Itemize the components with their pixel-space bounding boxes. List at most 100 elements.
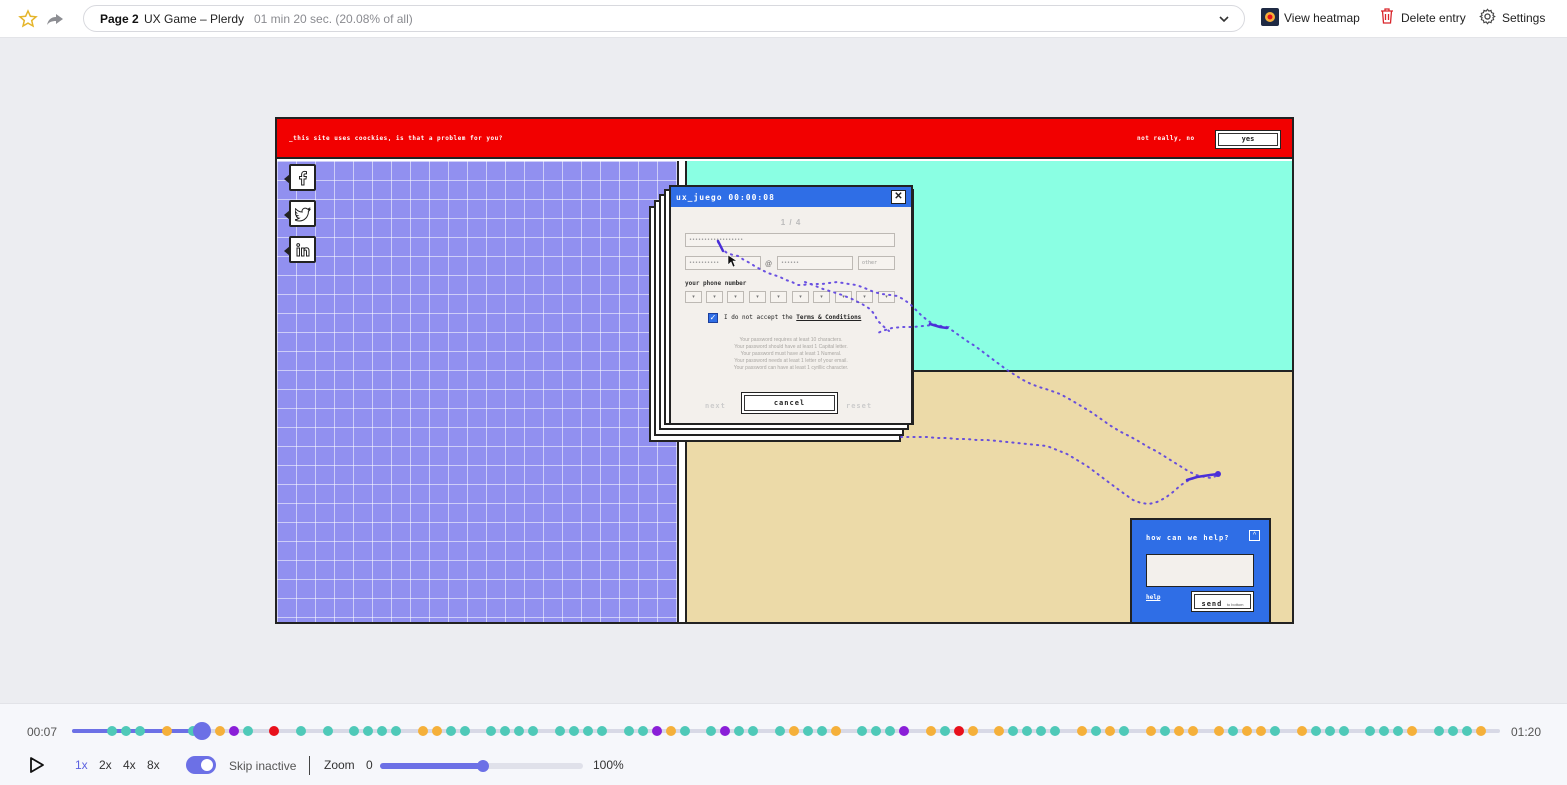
timeline-event-marker[interactable] — [1008, 726, 1019, 736]
zoom-label: Zoom — [324, 758, 355, 772]
timeline-event-marker[interactable] — [816, 726, 827, 736]
replay-player: 00:07 01:20 1x 2x 4x 8x Skip inactive Zo… — [0, 703, 1567, 785]
timeline-event-marker[interactable] — [1228, 726, 1239, 736]
timeline-event-marker[interactable] — [830, 726, 841, 736]
timeline-event-marker[interactable] — [994, 726, 1005, 736]
session-replay-frame: _this site uses coockies, is that a prob… — [275, 117, 1294, 624]
timeline-event-marker[interactable] — [1448, 726, 1458, 736]
timeline-event-marker[interactable] — [1036, 726, 1047, 736]
view-heatmap-label: View heatmap — [1284, 11, 1360, 25]
zoom-max: 100% — [593, 758, 624, 772]
timeline-event-marker[interactable] — [391, 726, 402, 736]
timeline-event-marker[interactable] — [734, 726, 745, 736]
timeline-event-marker[interactable] — [596, 726, 607, 736]
timeline-track[interactable] — [72, 729, 1500, 733]
page-label: Page 2 — [100, 12, 139, 26]
timeline-event-marker[interactable] — [1214, 726, 1225, 736]
timeline-event-marker[interactable] — [431, 726, 442, 736]
timeline-event-marker[interactable] — [1187, 726, 1198, 736]
timeline-event-marker[interactable] — [706, 726, 717, 736]
timeline-event-marker[interactable] — [459, 726, 470, 736]
timeline-event-marker[interactable] — [679, 726, 690, 736]
timeline-event-marker[interactable] — [939, 726, 950, 736]
timeline-event-marker[interactable] — [349, 726, 360, 736]
timeline-event-marker[interactable] — [899, 726, 910, 736]
timeline-event-marker[interactable] — [1310, 726, 1321, 736]
speed-8x-button[interactable]: 8x — [147, 758, 160, 772]
timeline-event-marker[interactable] — [554, 726, 565, 736]
timeline-event-marker[interactable] — [720, 726, 731, 736]
timeline-event-marker[interactable] — [1393, 726, 1404, 736]
timeline-event-marker[interactable] — [1091, 726, 1102, 736]
timeline-event-marker[interactable] — [925, 726, 936, 736]
timeline-event-marker[interactable] — [269, 726, 280, 736]
timeline-event-marker[interactable] — [1145, 726, 1156, 736]
timeline-event-marker[interactable] — [637, 726, 648, 736]
timeline-event-marker[interactable] — [322, 726, 333, 736]
timeline-event-marker[interactable] — [1379, 726, 1390, 736]
timeline-event-marker[interactable] — [568, 726, 579, 736]
timeline-event-marker[interactable] — [967, 726, 978, 736]
timeline-event-marker[interactable] — [514, 726, 525, 736]
timeline-event-marker[interactable] — [377, 726, 388, 736]
timeline-event-marker[interactable] — [1242, 726, 1253, 736]
play-icon[interactable] — [28, 756, 46, 774]
timeline-event-marker[interactable] — [214, 726, 225, 736]
timeline-thumb[interactable] — [193, 722, 211, 740]
timeline-event-marker[interactable] — [1434, 726, 1444, 736]
timeline-event-marker[interactable] — [528, 726, 539, 736]
timeline-event-marker[interactable] — [802, 726, 813, 736]
skip-inactive-toggle[interactable] — [186, 756, 216, 774]
timeline-event-marker[interactable] — [1338, 726, 1349, 736]
timeline-event-marker[interactable] — [1296, 726, 1307, 736]
timeline-event-marker[interactable] — [107, 726, 117, 736]
timeline-event-marker[interactable] — [871, 726, 882, 736]
timeline-event-marker[interactable] — [953, 726, 964, 736]
timeline-event-marker[interactable] — [121, 726, 131, 736]
timeline-event-marker[interactable] — [161, 726, 172, 736]
timeline-event-marker[interactable] — [445, 726, 456, 736]
timeline-event-marker[interactable] — [1407, 726, 1418, 736]
speed-4x-button[interactable]: 4x — [123, 758, 136, 772]
timeline-event-marker[interactable] — [1256, 726, 1267, 736]
speed-1x-button[interactable]: 1x — [75, 758, 88, 772]
timeline-event-marker[interactable] — [788, 726, 799, 736]
timeline-event-marker[interactable] — [885, 726, 896, 736]
timeline-event-marker[interactable] — [486, 726, 497, 736]
timeline-event-marker[interactable] — [1365, 726, 1376, 736]
timeline-event-marker[interactable] — [651, 726, 662, 736]
trash-icon — [1381, 8, 1393, 24]
timeline-event-marker[interactable] — [1050, 726, 1061, 736]
timeline-event-marker[interactable] — [1119, 726, 1130, 736]
timeline-event-marker[interactable] — [1159, 726, 1170, 736]
timeline-event-marker[interactable] — [1324, 726, 1335, 736]
timeline-event-marker[interactable] — [1105, 726, 1116, 736]
timeline-event-marker[interactable] — [1270, 726, 1281, 736]
zoom-min: 0 — [366, 758, 373, 772]
timeline-event-marker[interactable] — [500, 726, 511, 736]
timeline-event-marker[interactable] — [623, 726, 634, 736]
heatmap-icon — [1261, 8, 1279, 26]
timeline-event-marker[interactable] — [1173, 726, 1184, 736]
timeline-event-marker[interactable] — [665, 726, 676, 736]
timeline-event-marker[interactable] — [1077, 726, 1088, 736]
page-select[interactable]: Page 2 UX Game – Plerdy 01 min 20 sec. (… — [83, 5, 1245, 32]
timeline-event-marker[interactable] — [1476, 726, 1486, 736]
timeline-event-marker[interactable] — [295, 726, 306, 736]
share-icon[interactable] — [45, 9, 65, 29]
speed-2x-button[interactable]: 2x — [99, 758, 112, 772]
zoom-slider-thumb[interactable] — [477, 760, 489, 772]
star-icon[interactable] — [18, 9, 38, 29]
timeline-event-marker[interactable] — [228, 726, 239, 736]
timeline-event-marker[interactable] — [135, 726, 145, 736]
gear-icon — [1479, 8, 1496, 25]
timeline-event-marker[interactable] — [417, 726, 428, 736]
timeline-event-marker[interactable] — [363, 726, 374, 736]
timeline-event-marker[interactable] — [1022, 726, 1033, 736]
timeline-event-marker[interactable] — [774, 726, 785, 736]
timeline-event-marker[interactable] — [1462, 726, 1472, 736]
timeline-event-marker[interactable] — [748, 726, 759, 736]
timeline-event-marker[interactable] — [857, 726, 868, 736]
timeline-event-marker[interactable] — [242, 726, 253, 736]
timeline-event-marker[interactable] — [582, 726, 593, 736]
